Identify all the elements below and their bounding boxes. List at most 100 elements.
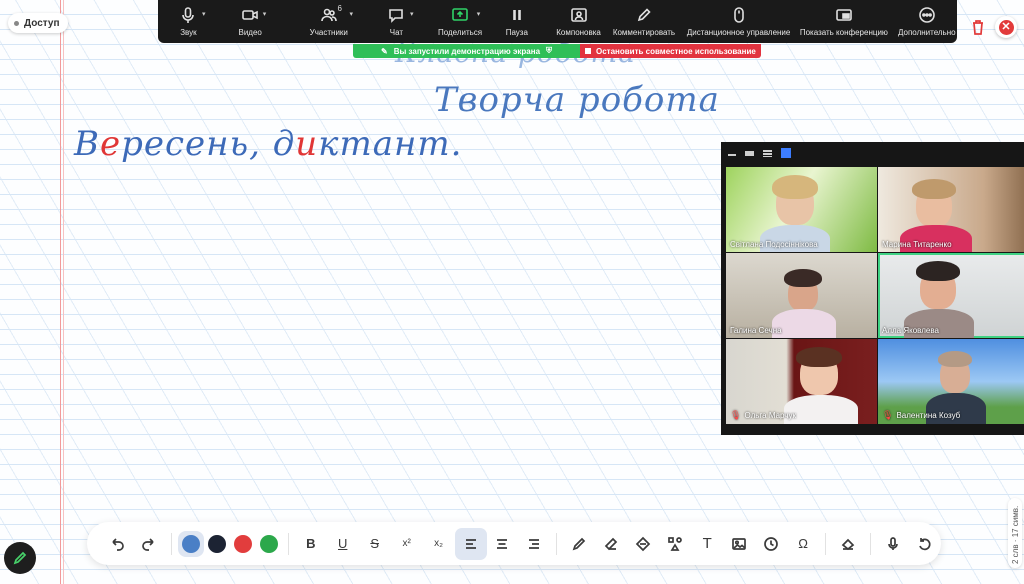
divider (869, 532, 871, 555)
underline-button[interactable]: U (327, 528, 359, 560)
handwriting-highlight: и (295, 124, 319, 164)
video-gallery[interactable]: Світлана Подосіннікова Марина Титаренко … (721, 142, 1024, 435)
special-characters-button[interactable]: Ω (787, 528, 819, 560)
chevron-down-icon[interactable]: ▾ (202, 10, 206, 18)
divider (556, 532, 558, 555)
participant-name: Марина Титаренко (882, 240, 952, 249)
participant-name-text: Світлана Подосіннікова (730, 240, 818, 249)
color-swatch-red[interactable] (230, 531, 256, 557)
color-swatch-blue[interactable] (177, 530, 204, 557)
grid-view-icon[interactable] (781, 148, 791, 158)
reset-button[interactable] (909, 528, 941, 560)
participant-name-text: Валентина Козуб (896, 411, 961, 420)
character-counter-text: 2 слв · 17 симв. (1011, 505, 1020, 564)
share-button[interactable]: ▾ Поделиться (433, 6, 488, 37)
close-button[interactable]: ✕ (995, 16, 1017, 38)
sound-label: Звук (180, 28, 197, 37)
undo-icon (112, 537, 124, 551)
format-toolbar: B U S x² x₂ T Ω (87, 522, 941, 565)
stop-icon (585, 48, 591, 54)
bold-button[interactable]: B (295, 528, 327, 560)
handwriting-segment: ктант. (318, 124, 463, 164)
comment-button[interactable]: Комментировать (610, 6, 678, 37)
close-icon: ✕ (998, 19, 1014, 35)
share-label: Поделиться (437, 28, 483, 37)
video-tile[interactable]: 🎙 Валентина Козуб (878, 339, 1024, 424)
layout-button[interactable]: Компоновка (552, 6, 605, 37)
video-tile[interactable]: Марина Титаренко (878, 167, 1024, 252)
sharing-status-text: Вы запустили демонстрацию экрана (393, 46, 541, 56)
video-tile[interactable]: Світлана Подосіннікова (726, 167, 877, 252)
pen-icon (573, 537, 586, 550)
pause-button[interactable]: Пауза (497, 6, 536, 37)
participants-button[interactable]: 6 ▾ Участники (300, 4, 358, 37)
sharing-status-banner: ✎ Вы запустили демонстрацию экрана ⛨ (353, 44, 580, 58)
video-label: Видео (238, 28, 262, 37)
pen-tool-button[interactable] (563, 528, 595, 560)
align-left-button[interactable] (454, 527, 487, 560)
access-label: Доступ (24, 17, 60, 29)
more-label: Дополнительно (898, 28, 956, 37)
sound-button[interactable]: ▾ Звук (166, 6, 211, 37)
fill-tool-button[interactable] (832, 528, 864, 560)
chevron-down-icon[interactable]: ▾ (477, 10, 481, 18)
strip-view-icon[interactable] (763, 149, 772, 157)
color-swatch-green[interactable] (256, 531, 282, 557)
color-swatch-black[interactable] (204, 531, 230, 557)
status-dot (14, 20, 19, 26)
image-tool-button[interactable] (723, 528, 755, 560)
highlighter-tool-button[interactable] (627, 528, 659, 560)
superscript-button[interactable]: x² (391, 528, 423, 560)
eraser-icon (605, 537, 618, 550)
chat-label: Чат (389, 28, 404, 37)
color-dot (259, 534, 278, 553)
chevron-down-icon[interactable]: ▾ (350, 10, 354, 18)
video-tile-active-speaker[interactable]: Алла Яковлева (878, 253, 1024, 338)
timer-tool-button[interactable] (755, 528, 787, 560)
muted-mic-icon: 🎙 (882, 410, 894, 420)
reset-icon (919, 537, 931, 550)
participant-name: Світлана Подосіннікова (730, 240, 818, 249)
comment-label: Комментировать (612, 28, 676, 37)
strikethrough-button[interactable]: S (359, 528, 391, 560)
chat-button[interactable]: ▾ Чат (374, 6, 419, 37)
minimize-icon[interactable] (728, 154, 736, 156)
chevron-down-icon[interactable]: ▾ (263, 10, 267, 18)
remote-control-button[interactable]: Дистанционное управление (684, 6, 793, 37)
align-right-button[interactable] (518, 528, 550, 560)
shapes-tool-button[interactable] (659, 528, 691, 560)
share-screen-icon (452, 8, 468, 21)
handwriting-segment: ресень, д (121, 124, 296, 164)
show-meeting-label: Показать конференцию (799, 28, 888, 37)
redo-button[interactable] (133, 528, 165, 560)
voice-input-button[interactable] (877, 528, 909, 560)
more-button[interactable]: Дополнительно (897, 6, 957, 37)
color-dot (181, 534, 200, 553)
align-center-button[interactable] (487, 528, 519, 560)
participant-name-text: Галина Сечна (730, 326, 782, 335)
participant-name: Галина Сечна (730, 326, 782, 335)
participant-name-text: Ольга Марчук (744, 411, 796, 420)
participant-name: 🎙 Ольга Марчук (730, 410, 796, 421)
video-tile[interactable]: Галина Сечна (726, 253, 877, 338)
access-button[interactable]: Доступ (8, 13, 68, 33)
participant-hair (796, 347, 842, 367)
handwriting-title: Творча робота (434, 80, 720, 120)
meeting-toolbar: ▾ Звук ▾ Видео 6 ▾ Участники ▾ Чат ▾ Под… (158, 0, 957, 43)
video-button[interactable]: ▾ Видео (227, 6, 274, 37)
show-meeting-button[interactable]: Показать конференцию (797, 6, 891, 37)
video-tile[interactable]: 🎙 Ольга Марчук (726, 339, 877, 424)
chevron-down-icon[interactable]: ▾ (410, 10, 414, 18)
subscript-button[interactable]: x₂ (423, 528, 455, 560)
image-icon (732, 537, 746, 550)
speaker-view-icon[interactable] (745, 150, 754, 156)
pen-fab-button[interactable] (4, 542, 36, 574)
undo-button[interactable] (101, 528, 133, 560)
text-tool-button[interactable]: T (691, 528, 723, 560)
participants-label: Участники (309, 28, 348, 37)
eraser-tool-button[interactable] (595, 528, 627, 560)
stop-share-button[interactable]: Остановить совместное использование (580, 44, 761, 58)
video-camera-icon (242, 10, 258, 20)
participant-name: 🎙 Валентина Козуб (882, 410, 960, 421)
trash-icon[interactable] (968, 17, 988, 37)
